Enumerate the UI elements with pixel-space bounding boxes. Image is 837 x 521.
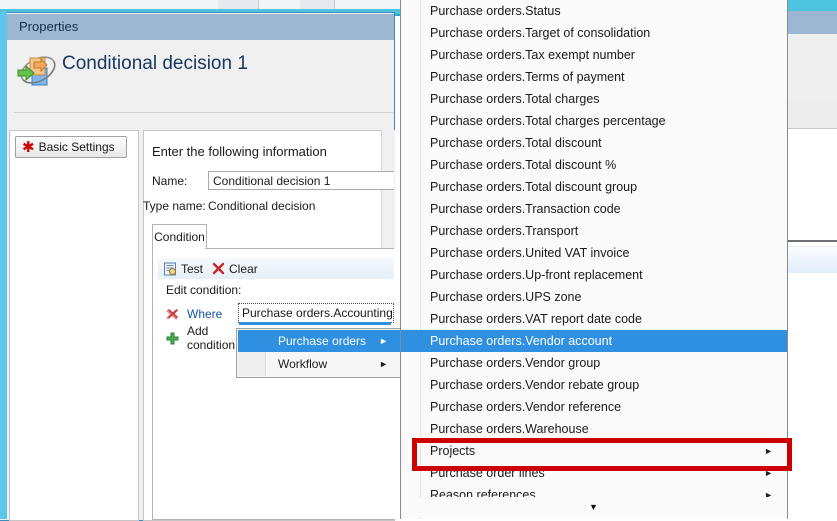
- scroll-down-arrow-icon[interactable]: ▼: [401, 497, 786, 517]
- chevron-right-icon: ►: [764, 446, 773, 456]
- dropdown-item-label: Purchase orders.Up-front replacement: [430, 268, 643, 282]
- properties-title-label: Properties: [19, 19, 79, 34]
- test-icon: [163, 262, 177, 276]
- chevron-right-icon: ►: [379, 336, 388, 346]
- dropdown-item-label: Purchase orders.Total charges percentage: [430, 114, 666, 128]
- dropdown-item[interactable]: Purchase orders.Vendor rebate group: [401, 374, 787, 396]
- dropdown-item[interactable]: Purchase orders.Total charges percentage: [401, 110, 787, 132]
- dropdown-item-label: Purchase orders.UPS zone: [430, 290, 582, 304]
- dropdown-item[interactable]: Purchase order lines ►: [401, 462, 787, 484]
- context-menu-item-purchase-orders[interactable]: Purchase orders ►: [238, 330, 400, 352]
- chevron-right-icon: ►: [379, 359, 388, 369]
- dropdown-item-label: Purchase orders.Vendor rebate group: [430, 378, 640, 392]
- field-selection-dropdown: Purchase orders.Status Purchase orders.Ta…: [400, 0, 788, 519]
- sidebar-item-basic-settings[interactable]: ✱ Basic Settings: [15, 136, 127, 158]
- dropdown-item-label: Purchase orders.Vendor group: [430, 356, 601, 370]
- condition-field-combo[interactable]: Purchase orders.Accounting d: [238, 303, 394, 323]
- name-label: Name:: [152, 174, 188, 188]
- dropdown-item-label: Purchase orders.Total discount: [430, 136, 602, 150]
- form-instruction: Enter the following information: [152, 144, 327, 159]
- dropdown-item-label: Purchase orders.Total discount %: [430, 158, 617, 172]
- dropdown-item-label: Purchase orders.Total discount group: [430, 180, 638, 194]
- dropdown-item-label: Purchase orders.Status: [430, 4, 561, 18]
- dropdown-item-label: Purchase orders.Target of consolidation: [430, 26, 651, 40]
- dropdown-item-label: Purchase orders.Transport: [430, 224, 579, 238]
- dropdown-item[interactable]: Purchase orders.Terms of payment: [401, 66, 787, 88]
- add-icon: [166, 332, 179, 345]
- dropdown-item[interactable]: Purchase orders.United VAT invoice: [401, 242, 787, 264]
- dropdown-item[interactable]: Projects ►: [401, 440, 787, 462]
- settings-nav-pane: [9, 130, 139, 521]
- context-menu-item-workflow[interactable]: Workflow ►: [238, 353, 400, 375]
- dropdown-item-label: Purchase orders.Total charges: [430, 92, 600, 106]
- dropdown-item[interactable]: Purchase orders.Vendor group: [401, 352, 787, 374]
- dropdown-item-label: Purchase orders.United VAT invoice: [430, 246, 630, 260]
- dropdown-item-label: Purchase orders.Warehouse: [430, 422, 589, 436]
- where-label[interactable]: Where: [187, 307, 222, 321]
- dropdown-item[interactable]: Purchase orders.UPS zone: [401, 286, 787, 308]
- condition-combo-selection-bar: [239, 322, 391, 325]
- dropdown-item-label: Purchase orders.Transaction code: [430, 202, 621, 216]
- required-star-icon: ✱: [22, 138, 35, 156]
- dropdown-item-label: Purchase orders.Tax exempt number: [430, 48, 635, 62]
- condition-row-where: Where: [166, 305, 236, 323]
- chevron-right-icon: ►: [764, 468, 773, 478]
- dropdown-item[interactable]: Purchase orders.Tax exempt number: [401, 44, 787, 66]
- dropdown-item-label: Purchase orders.VAT report date code: [430, 312, 642, 326]
- condition-command-bar: Test Clear: [158, 258, 394, 279]
- dropdown-item-label: Purchase orders.Vendor account: [430, 334, 613, 348]
- dropdown-item-list: Purchase orders.Status Purchase orders.Ta…: [401, 0, 787, 506]
- category-context-menu: Purchase orders ► Workflow ►: [236, 328, 402, 378]
- header-divider: [14, 112, 394, 113]
- name-input[interactable]: Conditional decision 1: [208, 171, 394, 190]
- dropdown-item-label: Projects: [430, 444, 476, 458]
- dropdown-item[interactable]: Purchase orders.Total discount group: [401, 176, 787, 198]
- dropdown-item[interactable]: Purchase orders.VAT report date code: [401, 308, 787, 330]
- sidebar-item-label: Basic Settings: [38, 140, 115, 154]
- dropdown-item[interactable]: Purchase orders.Total charges: [401, 88, 787, 110]
- context-menu-item-label: Purchase orders: [278, 334, 367, 348]
- dropdown-item-label: Purchase orders.Vendor reference: [430, 400, 622, 414]
- tab-condition[interactable]: Condition: [152, 224, 207, 250]
- dropdown-item[interactable]: Purchase orders.Warehouse: [401, 418, 787, 440]
- background-grid-block: [787, 100, 837, 129]
- background-grid-header: [787, 11, 837, 35]
- background-grid-block: [787, 34, 837, 101]
- dropdown-item[interactable]: Purchase orders.Target of consolidation: [401, 22, 787, 44]
- page-title: Conditional decision 1: [62, 53, 248, 74]
- add-condition-row[interactable]: Add condition: [166, 324, 246, 352]
- tab-strip: Condition: [152, 224, 394, 250]
- dropdown-item[interactable]: Purchase orders.Vendor account: [401, 330, 787, 352]
- dropdown-item-label: Purchase orders.Terms of payment: [430, 70, 625, 84]
- dropdown-item[interactable]: Purchase orders.Transport: [401, 220, 787, 242]
- dropdown-item[interactable]: Purchase orders.Status: [401, 0, 787, 22]
- dropdown-item[interactable]: Purchase orders.Total discount %: [401, 154, 787, 176]
- dropdown-item[interactable]: Purchase orders.Total discount: [401, 132, 787, 154]
- clear-icon: [212, 262, 225, 275]
- properties-titlebar[interactable]: Properties: [7, 14, 394, 40]
- type-name-value: Conditional decision: [208, 199, 316, 213]
- background-grid-selected-row: [787, 246, 837, 273]
- dropdown-item[interactable]: Purchase orders.Up-front replacement: [401, 264, 787, 286]
- dropdown-item[interactable]: Purchase orders.Transaction code: [401, 198, 787, 220]
- dropdown-item[interactable]: Purchase orders.Vendor reference: [401, 396, 787, 418]
- type-name-label: Type name:: [143, 199, 206, 213]
- delete-condition-icon[interactable]: [166, 308, 179, 321]
- conditional-decision-icon: [14, 50, 60, 94]
- background-grid-divider: [787, 240, 837, 242]
- test-button-label[interactable]: Test: [181, 262, 203, 276]
- dropdown-item-label: Purchase order lines: [430, 466, 545, 480]
- clear-button-label[interactable]: Clear: [229, 262, 258, 276]
- background-grid-accent: [787, 0, 837, 11]
- edit-condition-label: Edit condition:: [166, 283, 242, 297]
- context-menu-item-label: Workflow: [278, 357, 328, 371]
- dialog-accent-edge: [0, 12, 7, 519]
